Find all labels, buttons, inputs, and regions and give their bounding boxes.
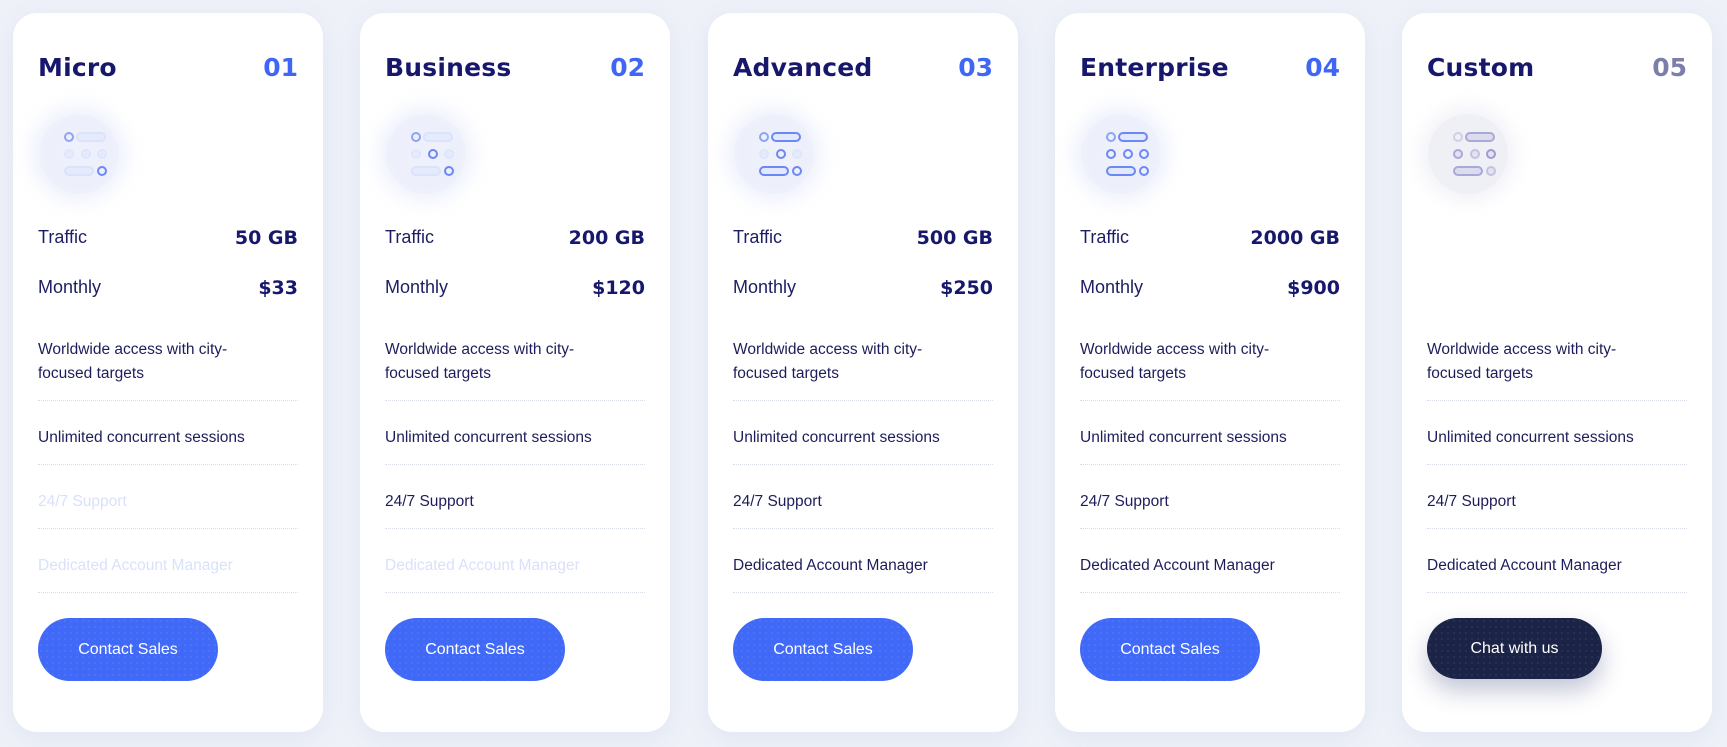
feature-worldwide-access: Worldwide access with city-focused targe…: [733, 341, 923, 382]
monthly-row: Monthly $250: [733, 277, 993, 303]
traffic-value: 200 GB: [568, 227, 645, 249]
divider: [1427, 592, 1687, 593]
traffic-row: Traffic 500 GB: [733, 227, 993, 253]
plan-card-advanced: Advanced 03 Traffic 500 GB Monthly $250 …: [708, 13, 1018, 732]
feature-concurrent-sessions: Unlimited concurrent sessions: [733, 429, 940, 446]
divider: [385, 400, 645, 401]
monthly-row: Monthly $900: [1080, 277, 1340, 303]
feature-concurrent-sessions: Unlimited concurrent sessions: [38, 429, 245, 446]
plan-name: Custom: [1427, 53, 1535, 82]
plan-card-micro: Micro 01 Traffic 50 GB Monthly $33 World…: [13, 13, 323, 732]
traffic-row: Traffic 2000 GB: [1080, 227, 1340, 253]
plan-card-custom: Custom 05 Worldwide access with city-foc…: [1402, 13, 1712, 732]
feature-worldwide-access: Worldwide access with city-focused targe…: [1427, 341, 1617, 382]
plan-tier-icon: [734, 114, 814, 194]
divider: [733, 400, 993, 401]
traffic-value: 2000 GB: [1250, 227, 1340, 249]
plan-tier-icon: [39, 114, 119, 194]
traffic-value: 500 GB: [916, 227, 993, 249]
plan-tier-icon: [1081, 114, 1161, 194]
plan-card-business: Business 02 Traffic 200 GB Monthly $120 …: [360, 13, 670, 732]
divider: [1080, 464, 1340, 465]
feature-support: 24/7 Support: [38, 493, 127, 510]
feature-account-manager: Dedicated Account Manager: [1427, 557, 1622, 574]
plan-tier-icon: [1428, 114, 1508, 194]
feature-account-manager: Dedicated Account Manager: [385, 557, 580, 574]
monthly-price: $250: [940, 277, 993, 299]
traffic-label: Traffic: [38, 227, 88, 247]
divider: [1080, 400, 1340, 401]
traffic-value: 50 GB: [234, 227, 298, 249]
feature-support: 24/7 Support: [1080, 493, 1169, 510]
divider: [733, 528, 993, 529]
chat-with-us-button[interactable]: Chat with us: [1427, 618, 1602, 679]
feature-support: 24/7 Support: [733, 493, 822, 510]
traffic-label: Traffic: [1080, 227, 1130, 247]
monthly-label: Monthly: [385, 277, 449, 297]
plan-header: Custom 05: [1427, 53, 1687, 85]
plan-name: Advanced: [733, 53, 873, 82]
traffic-row: Traffic 200 GB: [385, 227, 645, 253]
feature-concurrent-sessions: Unlimited concurrent sessions: [385, 429, 592, 446]
monthly-label: Monthly: [38, 277, 102, 297]
divider: [733, 592, 993, 593]
plan-number: 04: [1305, 53, 1340, 82]
divider: [1427, 528, 1687, 529]
divider: [385, 592, 645, 593]
divider: [1427, 464, 1687, 465]
feature-worldwide-access: Worldwide access with city-focused targe…: [38, 341, 228, 382]
traffic-label: Traffic: [385, 227, 435, 247]
plan-number: 03: [958, 53, 993, 82]
contact-sales-button[interactable]: Contact Sales: [733, 618, 913, 681]
plan-header: Enterprise 04: [1080, 53, 1340, 85]
plan-name: Business: [385, 53, 512, 82]
plan-name: Enterprise: [1080, 53, 1229, 82]
feature-concurrent-sessions: Unlimited concurrent sessions: [1080, 429, 1287, 446]
divider: [38, 464, 298, 465]
divider: [38, 592, 298, 593]
monthly-price: $900: [1287, 277, 1340, 299]
plan-header: Micro 01: [38, 53, 298, 85]
monthly-price: $33: [258, 277, 298, 299]
divider: [385, 528, 645, 529]
plan-number: 05: [1652, 53, 1687, 82]
plan-header: Advanced 03: [733, 53, 993, 85]
contact-sales-button[interactable]: Contact Sales: [38, 618, 218, 681]
feature-account-manager: Dedicated Account Manager: [733, 557, 928, 574]
traffic-label: Traffic: [733, 227, 783, 247]
feature-account-manager: Dedicated Account Manager: [38, 557, 233, 574]
plan-header: Business 02: [385, 53, 645, 85]
feature-worldwide-access: Worldwide access with city-focused targe…: [1080, 341, 1270, 382]
divider: [1080, 592, 1340, 593]
plan-name: Micro: [38, 53, 117, 82]
monthly-row: Monthly $33: [38, 277, 298, 303]
divider: [1080, 528, 1340, 529]
traffic-row: Traffic 50 GB: [38, 227, 298, 253]
feature-concurrent-sessions: Unlimited concurrent sessions: [1427, 429, 1634, 446]
feature-account-manager: Dedicated Account Manager: [1080, 557, 1275, 574]
monthly-row: Monthly $120: [385, 277, 645, 303]
divider: [385, 464, 645, 465]
divider: [38, 400, 298, 401]
monthly-label: Monthly: [1080, 277, 1144, 297]
divider: [733, 464, 993, 465]
contact-sales-button[interactable]: Contact Sales: [385, 618, 565, 681]
monthly-price: $120: [592, 277, 645, 299]
feature-support: 24/7 Support: [1427, 493, 1516, 510]
plan-card-enterprise: Enterprise 04 Traffic 2000 GB Monthly $9…: [1055, 13, 1365, 732]
divider: [38, 528, 298, 529]
monthly-label: Monthly: [733, 277, 797, 297]
feature-support: 24/7 Support: [385, 493, 474, 510]
feature-worldwide-access: Worldwide access with city-focused targe…: [385, 341, 575, 382]
plan-number: 01: [263, 53, 298, 82]
contact-sales-button[interactable]: Contact Sales: [1080, 618, 1260, 681]
plan-tier-icon: [386, 114, 466, 194]
divider: [1427, 400, 1687, 401]
plan-number: 02: [610, 53, 645, 82]
